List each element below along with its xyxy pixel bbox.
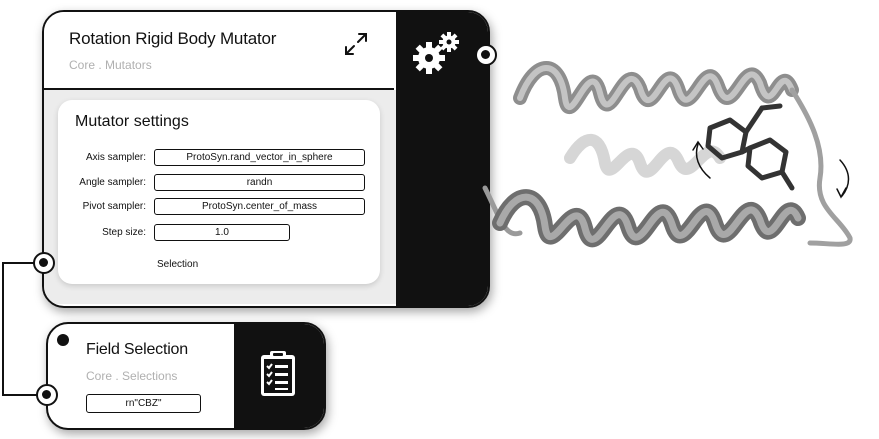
mutator-header: Rotation Rigid Body Mutator Core . Mutat…: [44, 12, 394, 90]
clipboard-checklist-icon: [261, 351, 295, 396]
field-selection-subtitle: Core . Selections: [86, 369, 178, 383]
selection-input-port[interactable]: [33, 252, 55, 274]
step-size-label: Step size:: [102, 227, 146, 238]
wire-vertical: [2, 262, 4, 396]
field-selection-output-port[interactable]: [36, 384, 58, 406]
axis-sampler-label: Axis sampler:: [85, 152, 146, 163]
mutator-node[interactable]: Rotation Rigid Body Mutator Core . Mutat…: [42, 10, 490, 308]
pivot-sampler-label: Pivot sampler:: [82, 201, 146, 212]
angle-sampler-field[interactable]: randn: [154, 174, 365, 191]
settings-title: Mutator settings: [75, 113, 189, 130]
mutator-subtitle: Core . Mutators: [69, 58, 152, 72]
pivot-sampler-field[interactable]: ProtoSyn.center_of_mass: [154, 198, 365, 215]
gears-icon: [413, 32, 459, 74]
mutator-title: Rotation Rigid Body Mutator: [69, 29, 277, 48]
field-selection-sidebar: [234, 324, 324, 428]
selection-label: Selection: [157, 259, 199, 270]
field-selection-title: Field Selection: [86, 341, 188, 358]
protein-ribbon-illustration: [482, 61, 853, 248]
selection-value-field[interactable]: rn"CBZ": [86, 394, 201, 413]
axis-sampler-field[interactable]: ProtoSyn.rand_vector_in_sphere: [154, 149, 365, 166]
mutator-body: Mutator settings Axis sampler: ProtoSyn.…: [44, 90, 396, 304]
field-selection-node[interactable]: Field Selection Core . Selections rn"CBZ…: [46, 322, 326, 430]
angle-sampler-label: Angle sampler:: [79, 177, 146, 188]
expand-icon[interactable]: [340, 28, 372, 60]
field-selection-indicator-dot: [57, 334, 69, 346]
settings-panel: Mutator settings Axis sampler: ProtoSyn.…: [58, 100, 380, 284]
step-size-field[interactable]: 1.0: [154, 224, 290, 241]
